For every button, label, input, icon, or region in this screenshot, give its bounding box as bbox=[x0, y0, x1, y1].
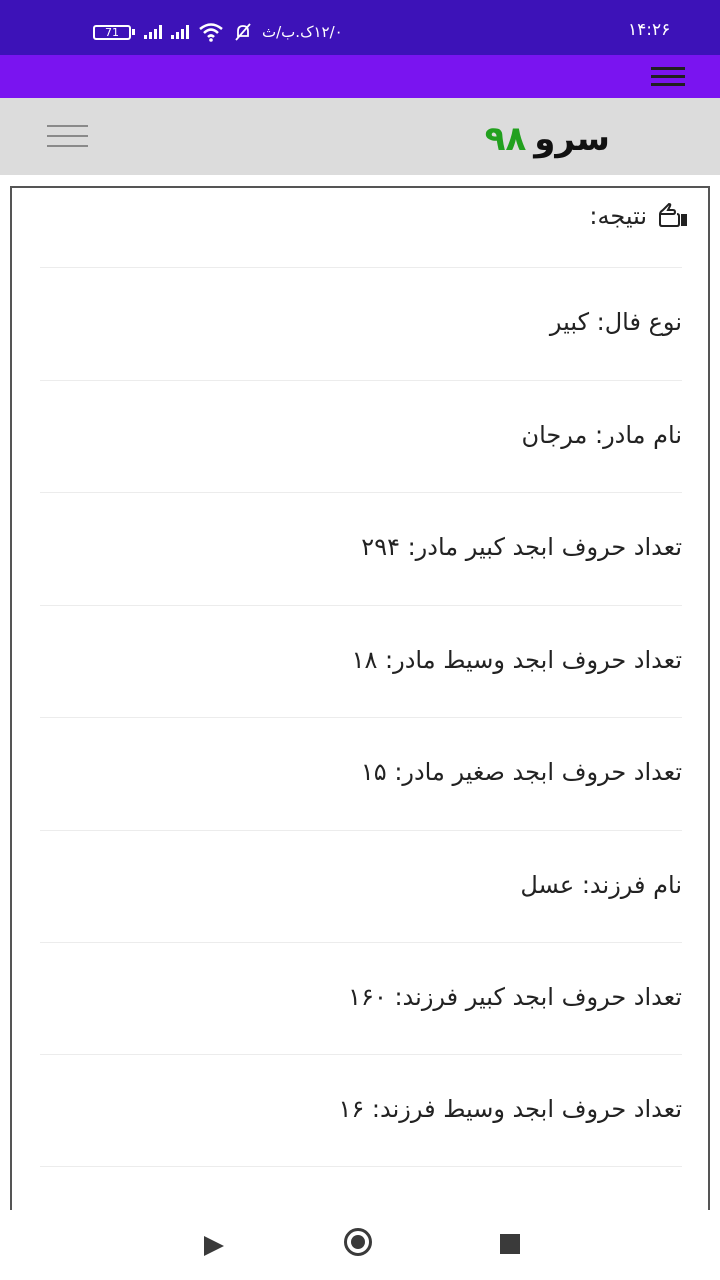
result-row: نوع فال: کبیر bbox=[40, 267, 682, 381]
result-divider bbox=[40, 1166, 682, 1168]
status-bar: 71 ۱۲/۰ک.ب/ث ۱۴:۲۶ bbox=[0, 0, 720, 55]
site-logo[interactable]: سرو۹۸ bbox=[460, 114, 610, 164]
status-time: ۱۴:۲۶ bbox=[628, 20, 671, 40]
signal-icon bbox=[144, 25, 162, 39]
child-name: نام فرزند: عسل bbox=[520, 871, 682, 899]
mother-abjad-saghir: تعداد حروف ابجد صغیر مادر: ۱۵ bbox=[360, 758, 682, 786]
result-row: تعداد حروف ابجد کبیر فرزند: ۱۶۰ bbox=[40, 942, 682, 1055]
logo-word: سرو bbox=[534, 119, 610, 159]
app-bar bbox=[0, 55, 720, 98]
result-row: تعداد حروف ابجد وسیط مادر: ۱۸ bbox=[40, 605, 682, 718]
result-title: نتیجه: bbox=[589, 202, 647, 230]
muted-bell-icon bbox=[235, 23, 251, 41]
status-icons: 71 ۱۲/۰ک.ب/ث bbox=[93, 20, 343, 44]
hamburger-icon[interactable] bbox=[47, 125, 88, 149]
hamburger-icon[interactable] bbox=[651, 67, 685, 87]
logo-number: ۹۸ bbox=[484, 119, 527, 159]
child-abjad-vasit: تعداد حروف ابجد وسیط فرزند: ۱۶ bbox=[338, 1095, 682, 1123]
wifi-icon bbox=[199, 23, 223, 42]
child-abjad-kabir: تعداد حروف ابجد کبیر فرزند: ۱۶۰ bbox=[348, 983, 682, 1011]
home-circle-icon[interactable] bbox=[344, 1228, 372, 1256]
result-row: تعداد حروف ابجد وسیط فرزند: ۱۶ bbox=[40, 1054, 682, 1167]
result-row: تعداد حروف ابجد کبیر مادر: ۲۹۴ bbox=[40, 492, 682, 606]
fal-type: نوع فال: کبیر bbox=[549, 308, 682, 336]
result-heading: نتیجه: bbox=[589, 199, 691, 233]
site-header bbox=[0, 98, 720, 175]
result-row: نام فرزند: عسل bbox=[40, 830, 682, 943]
hand-pointing-icon bbox=[658, 202, 687, 227]
back-triangle-icon[interactable] bbox=[204, 1236, 224, 1256]
signal-icon bbox=[171, 25, 189, 39]
data-speed: ۱۲/۰ک.ب/ث bbox=[262, 23, 343, 41]
result-row: تعداد حروف ابجد صغیر مادر: ۱۵ bbox=[40, 717, 682, 831]
mother-abjad-kabir: تعداد حروف ابجد کبیر مادر: ۲۹۴ bbox=[361, 533, 682, 561]
recents-square-icon[interactable] bbox=[500, 1234, 520, 1254]
result-row: نام مادر: مرجان bbox=[40, 380, 682, 493]
battery-icon: 71 bbox=[93, 24, 135, 40]
mother-name: نام مادر: مرجان bbox=[521, 421, 682, 449]
mother-abjad-vasit: تعداد حروف ابجد وسیط مادر: ۱۸ bbox=[351, 646, 682, 674]
